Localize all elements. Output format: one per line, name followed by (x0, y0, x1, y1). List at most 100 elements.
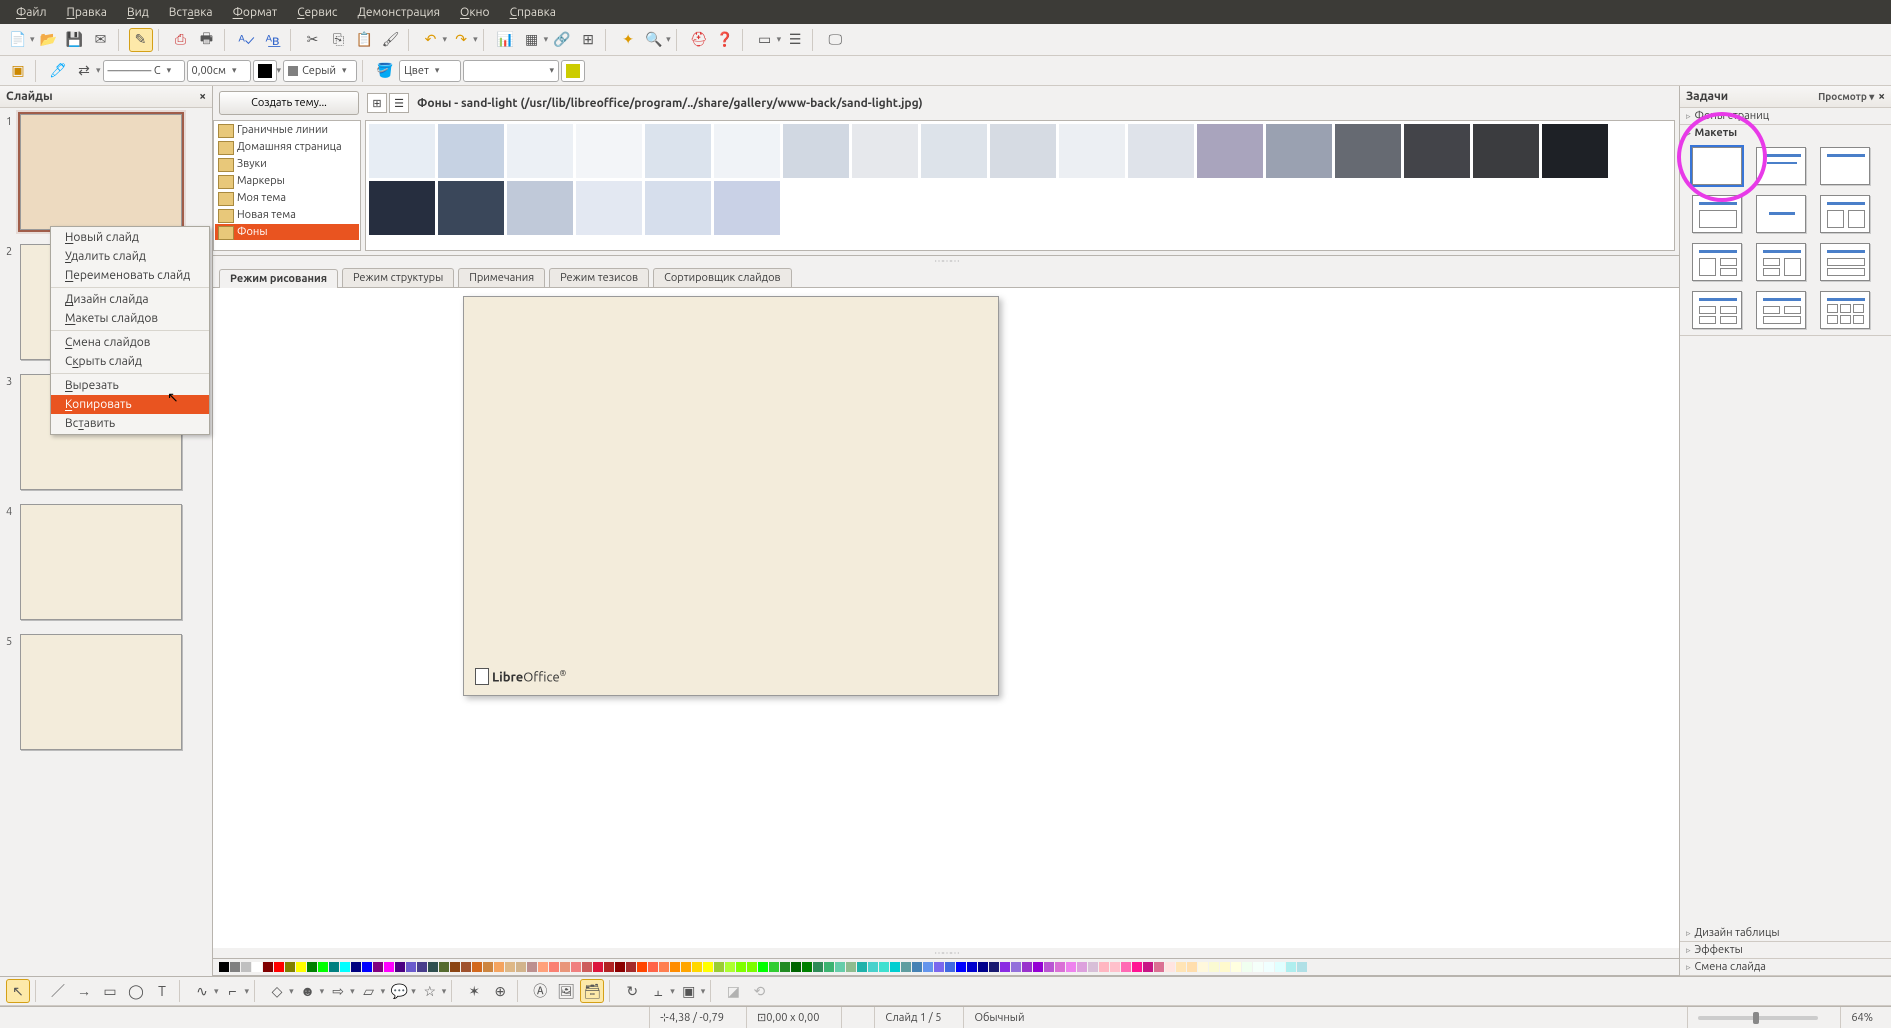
color-swatch[interactable] (978, 962, 988, 972)
calloutshapes-icon[interactable]: 💬 (387, 979, 411, 1003)
color-swatch[interactable] (395, 962, 405, 972)
whatsthis-icon[interactable]: ❓ (713, 28, 737, 52)
color-swatch[interactable] (1154, 962, 1164, 972)
color-swatch[interactable] (945, 962, 955, 972)
color-swatch[interactable] (1198, 962, 1208, 972)
curve-tool-icon[interactable]: ∿ (190, 979, 214, 1003)
gallery-thumb[interactable] (714, 181, 780, 235)
color-swatch[interactable] (1132, 962, 1142, 972)
color-swatch[interactable] (505, 962, 515, 972)
menu-Правка[interactable]: Правка (57, 3, 117, 22)
color-swatch[interactable] (747, 962, 757, 972)
color-swatch[interactable] (219, 962, 229, 972)
starshapes-icon[interactable]: ☆ (418, 979, 442, 1003)
color-swatch[interactable] (1253, 962, 1263, 972)
color-swatch[interactable] (648, 962, 658, 972)
view-tab-4[interactable]: Сортировщик слайдов (653, 268, 792, 287)
layout-4content[interactable] (1692, 291, 1742, 329)
color-swatch[interactable] (560, 962, 570, 972)
task-section-effects[interactable]: Эффекты (1680, 942, 1891, 959)
line-color-swatch[interactable] (253, 60, 277, 82)
color-swatch[interactable] (967, 962, 977, 972)
gallery-thumb[interactable] (1542, 124, 1608, 178)
navigator-icon[interactable]: ✦ (616, 28, 640, 52)
gallery-thumb[interactable] (507, 181, 573, 235)
edit-mode-icon[interactable]: ✎ (129, 28, 153, 52)
menu-Формат[interactable]: Формат (223, 3, 288, 22)
color-swatch[interactable] (1220, 962, 1230, 972)
tasks-view-dropdown[interactable]: Просмотр ▾ (1818, 91, 1874, 103)
copy-icon[interactable]: ⎘ (327, 28, 351, 52)
ctx-Копировать[interactable]: Копировать (51, 395, 209, 414)
gallery-thumb[interactable] (438, 181, 504, 235)
color-swatch[interactable] (637, 962, 647, 972)
theme-Домашняя страница[interactable]: Домашняя страница (215, 139, 359, 155)
color-swatch[interactable] (1066, 962, 1076, 972)
fontwork-icon[interactable]: Ⓐ (528, 979, 552, 1003)
color-swatch[interactable] (1099, 962, 1109, 972)
color-swatch[interactable] (549, 962, 559, 972)
color-swatch[interactable] (318, 962, 328, 972)
slide-canvas[interactable]: LibreOffice® (213, 288, 1679, 948)
splitter-grip-bottom[interactable] (213, 948, 1679, 958)
gallery-thumb[interactable] (438, 124, 504, 178)
theme-list[interactable]: Граничные линииДомашняя страницаЗвукиМар… (213, 120, 361, 251)
color-swatch[interactable] (527, 962, 537, 972)
gallery-thumb[interactable] (1266, 124, 1332, 178)
color-swatch[interactable] (428, 962, 438, 972)
color-swatch[interactable] (1143, 962, 1153, 972)
fill-name-combo[interactable]: Серый▾ (283, 60, 357, 82)
theme-Моя тема[interactable]: Моя тема (215, 190, 359, 206)
ctx-Переименовать слайд[interactable]: Переименовать слайд (51, 266, 209, 285)
line-style-combo[interactable]: ———— С▾ (103, 60, 185, 82)
ctx-Макеты слайдов[interactable]: Макеты слайдов (51, 309, 209, 328)
gallery-thumb[interactable] (1473, 124, 1539, 178)
theme-Звуки[interactable]: Звуки (215, 156, 359, 172)
theme-Фоны[interactable]: Фоны (215, 224, 359, 240)
text-tool-icon[interactable]: T (150, 979, 174, 1003)
slide-thumb-4[interactable]: 4 (6, 504, 206, 620)
color-swatch[interactable] (1231, 962, 1241, 972)
color-swatch[interactable] (1187, 962, 1197, 972)
color-swatch[interactable] (351, 962, 361, 972)
rect-tool-icon[interactable]: ▭ (98, 979, 122, 1003)
table-icon[interactable]: ▦ (520, 28, 544, 52)
ctx-Скрыть слайд[interactable]: Скрыть слайд (51, 352, 209, 371)
arrow-style-icon[interactable]: ⇄ (72, 59, 96, 83)
menu-Вид[interactable]: Вид (117, 3, 159, 22)
view-tab-0[interactable]: Режим рисования (219, 269, 338, 288)
color-swatch[interactable] (362, 962, 372, 972)
zoom-value[interactable]: 64% (1840, 1007, 1883, 1028)
color-swatch[interactable] (406, 962, 416, 972)
gallery-thumb[interactable] (369, 181, 435, 235)
color-swatch[interactable] (1286, 962, 1296, 972)
gallery-thumb[interactable] (1197, 124, 1263, 178)
gallery-thumb[interactable] (990, 124, 1056, 178)
color-swatch[interactable] (1176, 962, 1186, 972)
layout-2content[interactable] (1820, 195, 1870, 233)
color-swatch[interactable] (483, 962, 493, 972)
color-swatch[interactable] (1088, 962, 1098, 972)
color-swatch[interactable] (879, 962, 889, 972)
fill-type-combo[interactable]: Цвет▾ (399, 60, 461, 82)
layout-2over1[interactable] (1756, 291, 1806, 329)
theme-Маркеры[interactable]: Маркеры (215, 173, 359, 189)
interaction-icon[interactable]: ⟲ (747, 979, 771, 1003)
menu-Вставка[interactable]: Вставка (159, 3, 223, 22)
color-palette-bar[interactable] (213, 958, 1679, 976)
color-swatch[interactable] (791, 962, 801, 972)
task-section-transition[interactable]: Смена слайда (1680, 959, 1891, 976)
color-swatch[interactable] (340, 962, 350, 972)
save-icon[interactable]: 💾 (63, 28, 87, 52)
select-tool-icon[interactable]: ↖ (6, 979, 30, 1003)
task-section-layouts[interactable]: Макеты (1680, 125, 1891, 336)
layout-content[interactable] (1692, 195, 1742, 233)
slideshow-icon[interactable]: ▭ (753, 28, 777, 52)
zoom-slider[interactable] (1687, 1007, 1828, 1028)
basicshapes-icon[interactable]: ◇ (265, 979, 289, 1003)
layout-titleonly[interactable] (1820, 147, 1870, 185)
gallery-thumb[interactable] (507, 124, 573, 178)
ctx-Новый слайд[interactable]: Новый слайд (51, 228, 209, 247)
view-tab-1[interactable]: Режим структуры (342, 268, 454, 287)
layout-6content[interactable] (1820, 291, 1870, 329)
